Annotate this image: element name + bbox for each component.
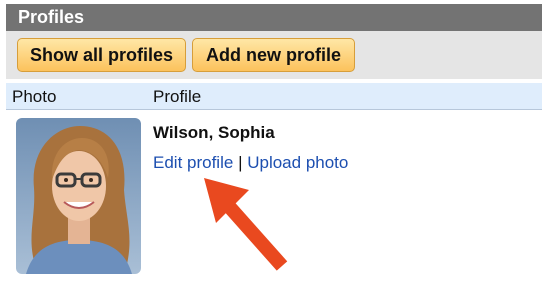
profile-photo [16,118,141,274]
table-header: Photo Profile [6,83,542,110]
link-separator: | [238,153,243,172]
add-new-profile-button[interactable]: Add new profile [192,38,355,72]
edit-profile-link[interactable]: Edit profile [153,153,233,172]
upload-photo-link[interactable]: Upload photo [247,153,348,172]
profile-actions: Edit profile | Upload photo [153,153,348,173]
profile-name: Wilson, Sophia [153,123,275,142]
toolbar: Show all profiles Add new profile [6,31,542,79]
column-header-profile: Profile [153,87,202,106]
show-all-profiles-button[interactable]: Show all profiles [17,38,186,72]
panel-title: Profiles [6,4,542,31]
column-header-photo: Photo [12,87,57,106]
